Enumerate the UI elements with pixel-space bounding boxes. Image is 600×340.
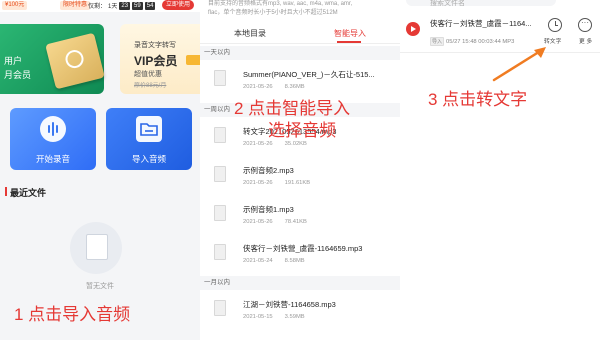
promo-card-caption: 录音文字转写	[134, 42, 176, 49]
import-tabs: 本地目录 智能导入	[200, 26, 400, 44]
file-date: 2021-05-26	[243, 84, 273, 90]
file-meta: 2021-05-26 35.02KB	[243, 141, 307, 147]
formats-line1: 目前支持的音频格式有mp3, wav, aac, m4a, wma, amr,	[208, 1, 353, 7]
file-icon	[214, 166, 226, 182]
file-meta: 2021-05-26 78.41KB	[243, 219, 307, 225]
vip-card-line1: 用户	[4, 56, 23, 66]
file-date: 2021-05-24	[243, 258, 273, 264]
use-now-button[interactable]: 立即使用	[161, 0, 194, 10]
empty-state-text: 暂无文件	[86, 283, 114, 290]
folder-icon	[136, 116, 162, 142]
check-icon	[63, 48, 86, 70]
file-name: 示例音频2.mp3	[243, 166, 294, 175]
tab-local-directory[interactable]: 本地目录	[234, 28, 266, 39]
play-button[interactable]	[406, 22, 420, 36]
file-date: 2021-05-15	[243, 314, 273, 320]
file-icon	[214, 127, 226, 143]
empty-folder-icon	[70, 222, 122, 274]
import-audio-button[interactable]: 导入音频	[106, 108, 192, 170]
file-icon	[214, 300, 226, 316]
file-icon	[214, 70, 226, 86]
microphone-waveform-icon	[40, 116, 66, 142]
file-name: 示例音频1.mp3	[243, 205, 294, 214]
group-header-month: 一月以内	[200, 276, 400, 290]
vip-membership-card[interactable]: 用户 月会员	[0, 24, 105, 94]
annotation-step2-sub: 选择音频	[268, 121, 336, 140]
formats-line2: flac，单个音频时长小于5小时且大小不超过512M	[208, 10, 338, 16]
file-meta: 2021-05-24 8.58MB	[243, 258, 305, 264]
promo-card-original-price: 原价88元/月	[134, 83, 167, 89]
file-row[interactable]: 示例音频2.mp3 2021-05-26 191.61KB	[200, 160, 400, 196]
tab-smart-import[interactable]: 智能导入	[334, 28, 366, 39]
file-date: 2021-05-26	[243, 141, 273, 147]
countdown-minutes: 59	[132, 1, 143, 10]
file-size: 191.61KB	[284, 180, 311, 186]
home-panel: ¥100元 限时特惠 仅剩： 1天 23 59 54 立即使用 用户 月会员 录…	[0, 0, 200, 340]
import-badge: 导入	[430, 37, 445, 46]
promo-corner-badge	[186, 55, 200, 65]
file-name: Summer(PIANO_VER_)－久石让-515...	[243, 70, 375, 79]
start-recording-label: 开始录音	[35, 154, 70, 164]
file-date: 2021-05-26	[243, 180, 273, 186]
file-name: 江湖－刘铁营-1164658.mp3	[243, 300, 336, 309]
vip-promo-card[interactable]: 录音文字转写 VIP会员 超值优惠 原价88元/月	[120, 24, 200, 94]
countdown-timer: 仅剩： 1天 23 59 54	[88, 0, 156, 11]
file-size: 8.58MB	[284, 258, 305, 264]
file-row[interactable]: 示例音频1.mp3 2021-05-26 78.41KB	[200, 199, 400, 235]
promo-banner-bar[interactable]: ¥100元 限时特惠 仅剩： 1天 23 59 54 立即使用	[0, 0, 200, 12]
file-meta: 2021-05-26 191.61KB	[243, 180, 310, 186]
import-panel: 目前支持的音频格式有mp3, wav, aac, m4a, wma, amr, …	[200, 0, 400, 340]
file-size: 8.36MB	[284, 84, 305, 90]
more-options-button[interactable]: ···	[578, 18, 592, 32]
annotation-arrow-icon	[492, 47, 546, 82]
promo-card-title: VIP会员	[134, 54, 178, 68]
file-icon	[214, 244, 226, 260]
file-name: 侠客行－刘铁營_虞霞-1164659.mp3	[243, 244, 363, 253]
file-size: 35.02KB	[284, 141, 307, 147]
group-header-day: 一天以内	[200, 46, 400, 60]
countdown-day: 1天	[108, 4, 118, 10]
countdown-hours: 23	[119, 1, 131, 10]
file-size: 78.41KB	[284, 219, 307, 225]
recording-name: 侠客行－刘铁营_虞霞－1164...	[430, 19, 532, 28]
document-icon	[86, 234, 108, 260]
search-placeholder: 搜索文件名	[430, 0, 465, 7]
annotation-step3: 3 点击转文字	[428, 90, 528, 109]
vip-card-line2: 月会员	[4, 70, 32, 80]
active-tab-indicator	[337, 41, 361, 43]
search-input[interactable]	[406, 0, 556, 6]
promo-limited-tag: 限时特惠	[60, 1, 91, 10]
convert-to-text-button[interactable]	[548, 18, 562, 32]
promo-card-subtitle: 超值优惠	[134, 71, 162, 78]
file-date: 2021-05-26	[243, 219, 273, 225]
file-row[interactable]: 江湖－刘铁营-1164658.mp3 2021-05-15 3.59MB	[200, 294, 400, 330]
vip-ticket-icon	[45, 32, 105, 90]
promo-price-tag: ¥100元	[2, 1, 28, 10]
file-size: 3.59MB	[284, 314, 305, 320]
more-options-label: 更 多	[579, 39, 593, 45]
file-icon	[214, 205, 226, 221]
file-meta: 2021-05-15 3.59MB	[243, 314, 305, 320]
supported-formats-note: 目前支持的音频格式有mp3, wav, aac, m4a, wma, amr, …	[208, 0, 398, 18]
start-recording-button[interactable]: 开始录音	[10, 108, 96, 170]
recent-files-heading: 最近文件	[10, 188, 47, 198]
import-audio-label: 导入音频	[131, 154, 166, 164]
countdown-seconds: 54	[144, 1, 156, 10]
countdown-label: 仅剩：	[88, 4, 107, 10]
annotation-step1: 1 点击导入音频	[14, 305, 131, 324]
file-row[interactable]: 侠客行－刘铁營_虞霞-1164659.mp3 2021-05-24 8.58MB	[200, 238, 400, 274]
section-accent-bar	[5, 187, 7, 196]
file-meta: 2021-05-26 8.36MB	[243, 84, 305, 90]
